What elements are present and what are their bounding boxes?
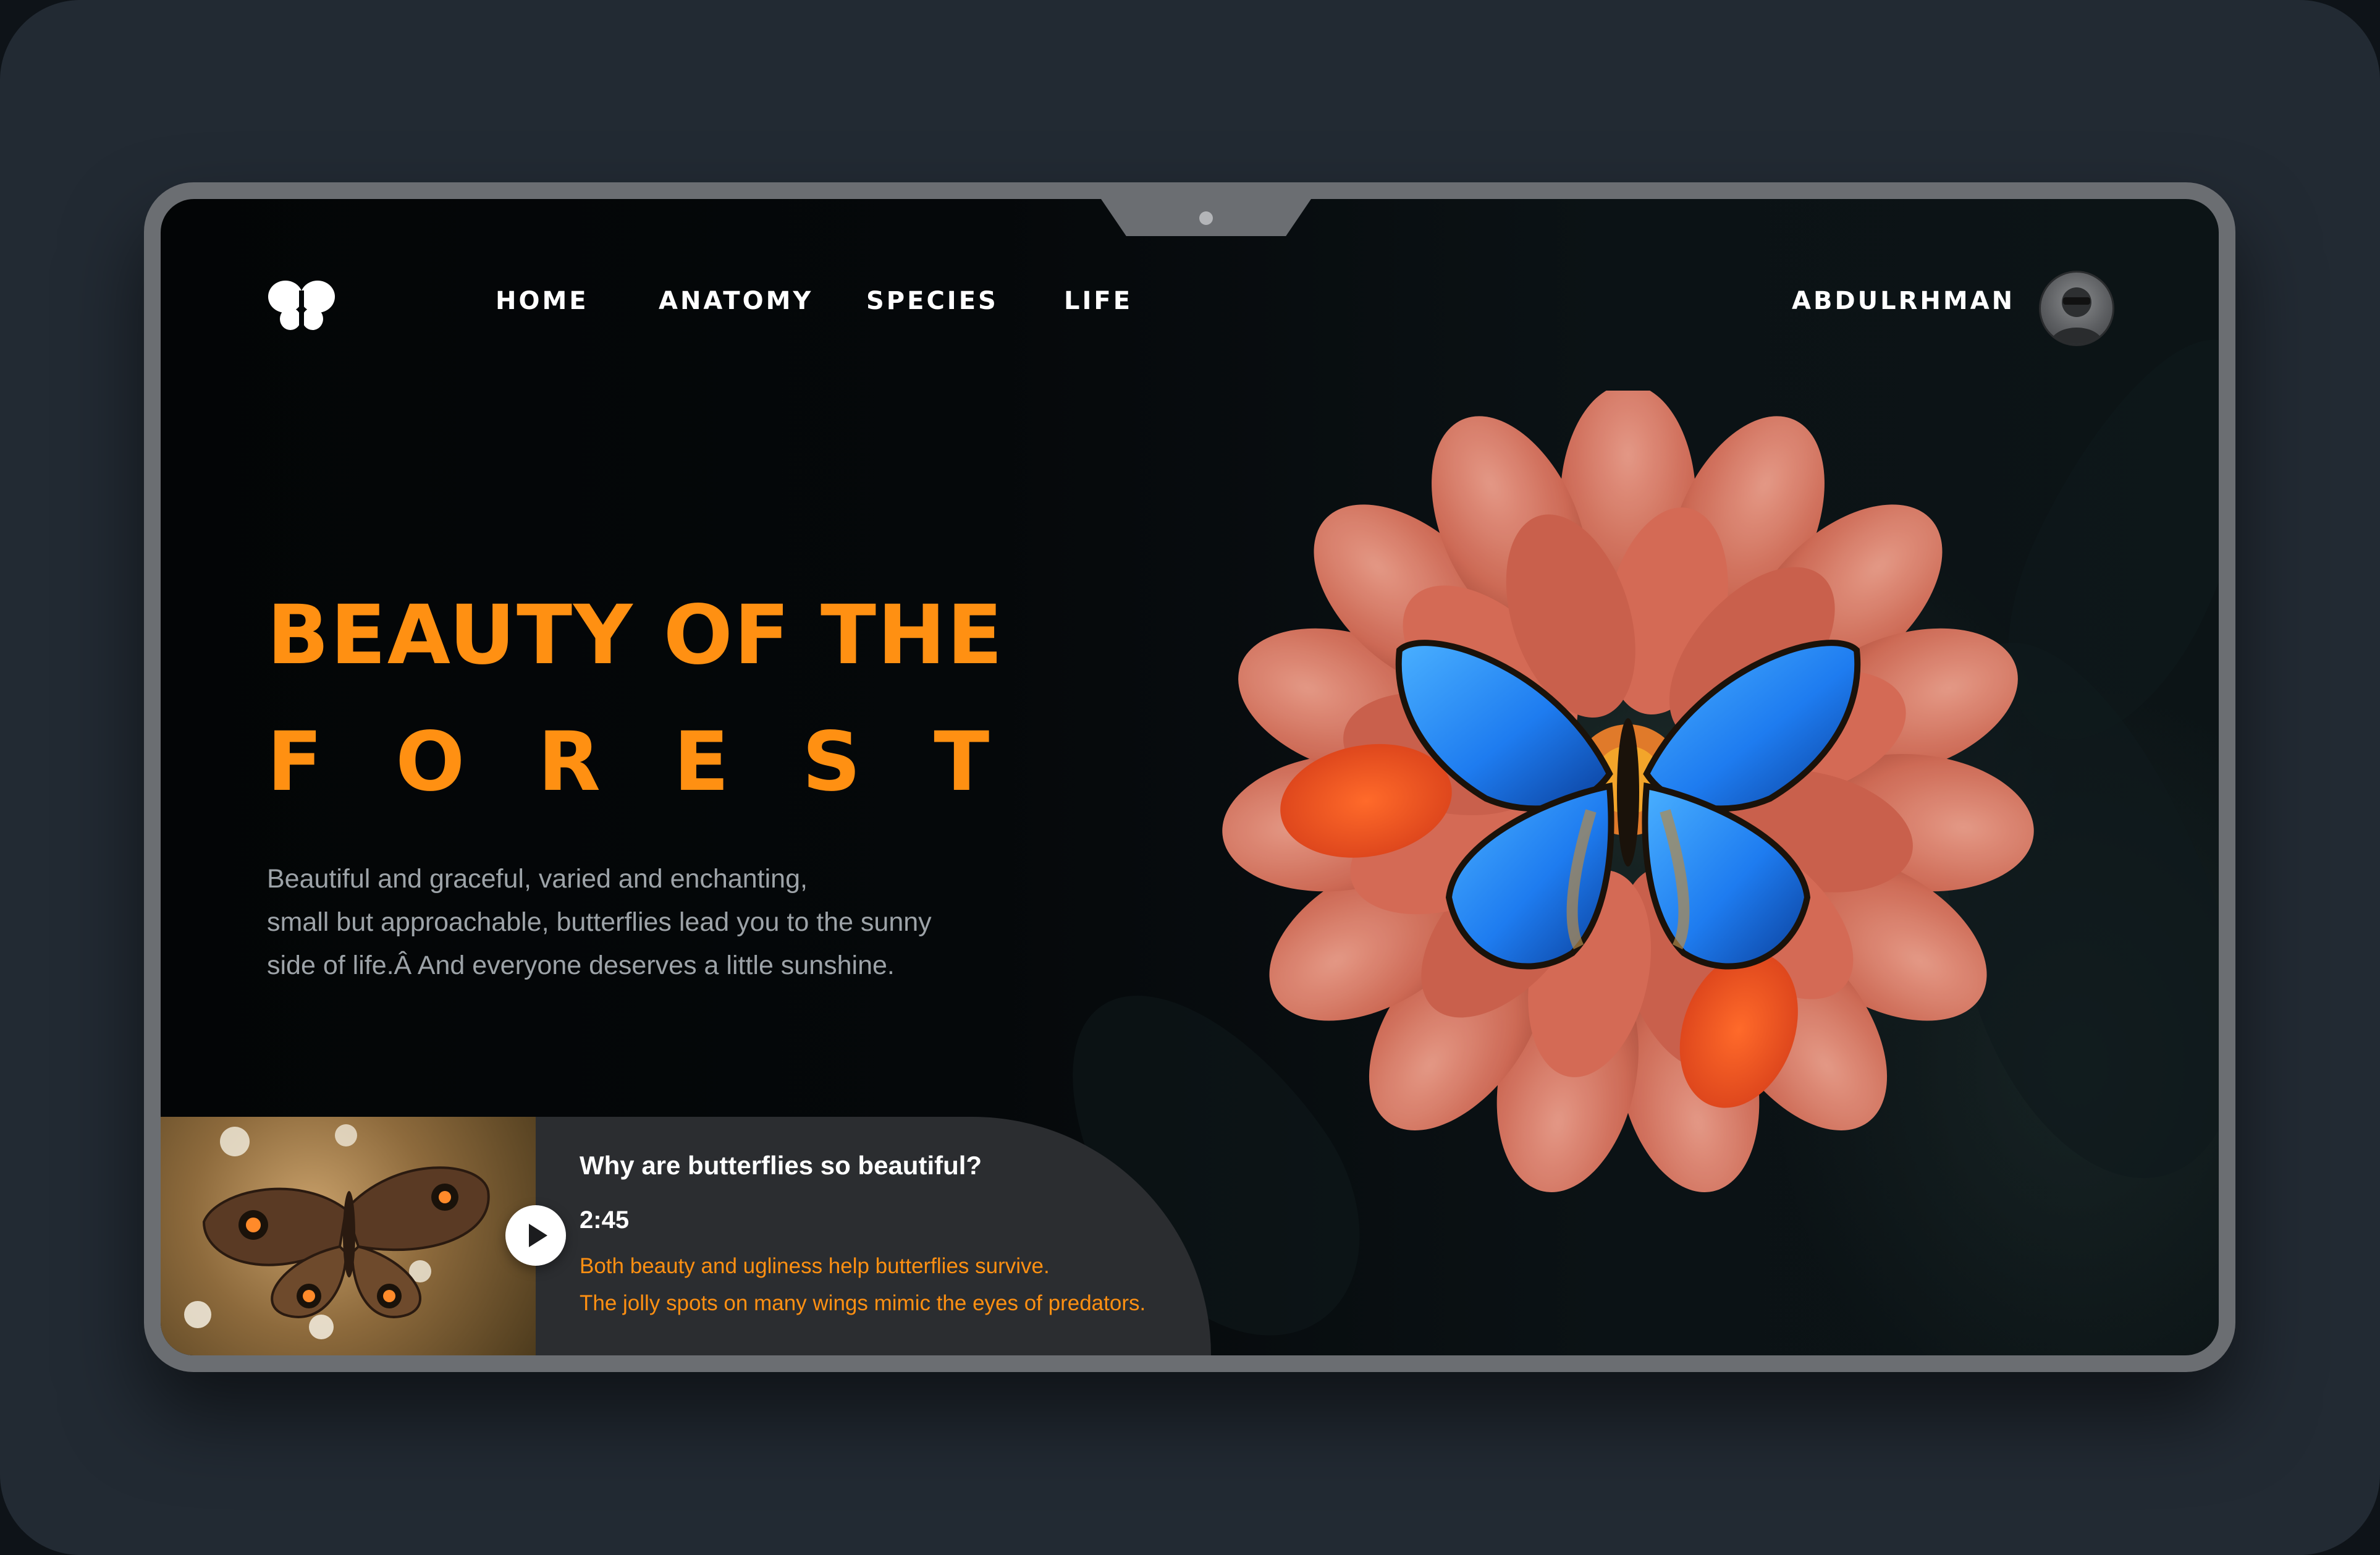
hero-description-line: small but approachable, butterflies lead… (267, 907, 932, 937)
laptop-frame: HOME ANATOMY SPECIES LIFE ABDULRHMAN BEA… (144, 182, 2235, 1372)
nav-anatomy[interactable]: ANATOMY (659, 287, 813, 315)
flower-butterfly-image (1180, 384, 2076, 1194)
hero-title-line-2: FOREST (267, 714, 1063, 810)
hero-title-line-1: BEAUTY OF THE (267, 588, 1004, 683)
hero-description: Beautiful and graceful, varied and encha… (267, 857, 1082, 987)
user-name[interactable]: ABDULRHMAN (1792, 287, 2015, 315)
video-duration: 2:45 (580, 1206, 630, 1234)
video-description-line: The jolly spots on many wings mimic the … (580, 1291, 1146, 1315)
nav-species[interactable]: SPECIES (866, 287, 998, 315)
video-card[interactable]: Why are butterflies so beautiful? 2:45 B… (161, 1117, 1211, 1355)
video-title[interactable]: Why are butterflies so beautiful? (580, 1151, 982, 1180)
website-screen: HOME ANATOMY SPECIES LIFE ABDULRHMAN BEA… (161, 199, 2219, 1355)
hero-description-line: Beautiful and graceful, varied and encha… (267, 864, 808, 894)
avatar[interactable] (2039, 271, 2114, 346)
outer-background: HOME ANATOMY SPECIES LIFE ABDULRHMAN BEA… (0, 0, 2380, 1555)
hero-description-line: side of life.Â And everyone deserves a l… (267, 951, 895, 980)
nav-home[interactable]: HOME (496, 287, 589, 315)
butterfly-logo-icon[interactable] (267, 278, 336, 333)
camera-icon (1199, 211, 1213, 225)
buckeye-butterfly-graphic (184, 1124, 490, 1339)
play-button[interactable] (505, 1205, 566, 1266)
nav-life[interactable]: LIFE (1064, 287, 1133, 315)
play-icon (529, 1224, 547, 1247)
video-description-line: Both beauty and ugliness help butterflie… (580, 1254, 1050, 1278)
video-thumbnail[interactable] (161, 1117, 536, 1355)
